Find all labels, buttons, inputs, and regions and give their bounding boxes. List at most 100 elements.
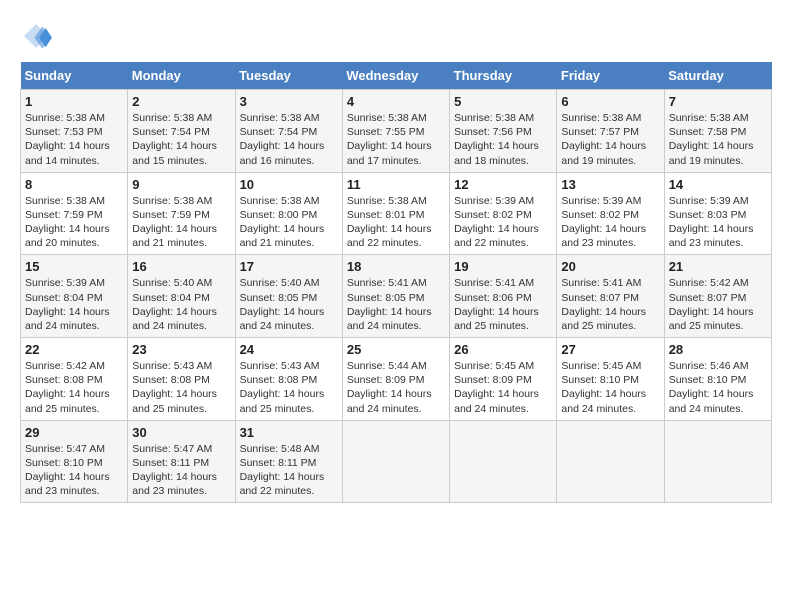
calendar-week-row: 1 Sunrise: 5:38 AMSunset: 7:53 PMDayligh… <box>21 90 772 173</box>
calendar-week-row: 22 Sunrise: 5:42 AMSunset: 8:08 PMDaylig… <box>21 338 772 421</box>
calendar-week-row: 15 Sunrise: 5:39 AMSunset: 8:04 PMDaylig… <box>21 255 772 338</box>
day-number: 30 <box>132 425 230 440</box>
day-info: Sunrise: 5:41 AMSunset: 8:07 PMDaylight:… <box>561 277 646 332</box>
day-number: 5 <box>454 94 552 109</box>
day-info: Sunrise: 5:38 AMSunset: 7:59 PMDaylight:… <box>132 195 217 250</box>
calendar-cell: 2 Sunrise: 5:38 AMSunset: 7:54 PMDayligh… <box>128 90 235 173</box>
calendar-cell: 31 Sunrise: 5:48 AMSunset: 8:11 PMDaylig… <box>235 420 342 503</box>
header-day-monday: Monday <box>128 62 235 90</box>
day-number: 11 <box>347 177 445 192</box>
day-info: Sunrise: 5:41 AMSunset: 8:05 PMDaylight:… <box>347 277 432 332</box>
calendar-cell: 8 Sunrise: 5:38 AMSunset: 7:59 PMDayligh… <box>21 172 128 255</box>
calendar-cell: 16 Sunrise: 5:40 AMSunset: 8:04 PMDaylig… <box>128 255 235 338</box>
day-info: Sunrise: 5:40 AMSunset: 8:05 PMDaylight:… <box>240 277 325 332</box>
calendar-cell: 3 Sunrise: 5:38 AMSunset: 7:54 PMDayligh… <box>235 90 342 173</box>
day-info: Sunrise: 5:38 AMSunset: 7:54 PMDaylight:… <box>132 112 217 167</box>
calendar-cell: 13 Sunrise: 5:39 AMSunset: 8:02 PMDaylig… <box>557 172 664 255</box>
day-info: Sunrise: 5:39 AMSunset: 8:03 PMDaylight:… <box>669 195 754 250</box>
day-number: 6 <box>561 94 659 109</box>
day-info: Sunrise: 5:42 AMSunset: 8:07 PMDaylight:… <box>669 277 754 332</box>
day-info: Sunrise: 5:43 AMSunset: 8:08 PMDaylight:… <box>240 360 325 415</box>
calendar-cell: 23 Sunrise: 5:43 AMSunset: 8:08 PMDaylig… <box>128 338 235 421</box>
day-number: 28 <box>669 342 767 357</box>
calendar-cell: 18 Sunrise: 5:41 AMSunset: 8:05 PMDaylig… <box>342 255 449 338</box>
day-number: 14 <box>669 177 767 192</box>
page-header <box>20 20 772 52</box>
day-info: Sunrise: 5:48 AMSunset: 8:11 PMDaylight:… <box>240 443 325 498</box>
day-info: Sunrise: 5:39 AMSunset: 8:02 PMDaylight:… <box>454 195 539 250</box>
calendar-cell: 7 Sunrise: 5:38 AMSunset: 7:58 PMDayligh… <box>664 90 771 173</box>
calendar-cell: 15 Sunrise: 5:39 AMSunset: 8:04 PMDaylig… <box>21 255 128 338</box>
day-info: Sunrise: 5:38 AMSunset: 7:58 PMDaylight:… <box>669 112 754 167</box>
day-info: Sunrise: 5:45 AMSunset: 8:10 PMDaylight:… <box>561 360 646 415</box>
calendar-cell: 30 Sunrise: 5:47 AMSunset: 8:11 PMDaylig… <box>128 420 235 503</box>
calendar-cell: 20 Sunrise: 5:41 AMSunset: 8:07 PMDaylig… <box>557 255 664 338</box>
day-number: 29 <box>25 425 123 440</box>
day-number: 10 <box>240 177 338 192</box>
calendar-cell: 17 Sunrise: 5:40 AMSunset: 8:05 PMDaylig… <box>235 255 342 338</box>
calendar-cell: 10 Sunrise: 5:38 AMSunset: 8:00 PMDaylig… <box>235 172 342 255</box>
calendar-cell: 29 Sunrise: 5:47 AMSunset: 8:10 PMDaylig… <box>21 420 128 503</box>
calendar-cell: 11 Sunrise: 5:38 AMSunset: 8:01 PMDaylig… <box>342 172 449 255</box>
calendar-cell <box>664 420 771 503</box>
day-number: 9 <box>132 177 230 192</box>
day-number: 7 <box>669 94 767 109</box>
day-number: 17 <box>240 259 338 274</box>
calendar-cell: 21 Sunrise: 5:42 AMSunset: 8:07 PMDaylig… <box>664 255 771 338</box>
logo-icon <box>20 20 52 52</box>
day-info: Sunrise: 5:43 AMSunset: 8:08 PMDaylight:… <box>132 360 217 415</box>
day-number: 16 <box>132 259 230 274</box>
calendar-week-row: 8 Sunrise: 5:38 AMSunset: 7:59 PMDayligh… <box>21 172 772 255</box>
header-day-saturday: Saturday <box>664 62 771 90</box>
calendar-header-row: SundayMondayTuesdayWednesdayThursdayFrid… <box>21 62 772 90</box>
day-number: 31 <box>240 425 338 440</box>
calendar-cell <box>557 420 664 503</box>
day-number: 8 <box>25 177 123 192</box>
day-number: 19 <box>454 259 552 274</box>
day-number: 2 <box>132 94 230 109</box>
calendar-cell: 12 Sunrise: 5:39 AMSunset: 8:02 PMDaylig… <box>450 172 557 255</box>
day-info: Sunrise: 5:38 AMSunset: 8:00 PMDaylight:… <box>240 195 325 250</box>
day-number: 12 <box>454 177 552 192</box>
calendar-cell: 22 Sunrise: 5:42 AMSunset: 8:08 PMDaylig… <box>21 338 128 421</box>
day-number: 20 <box>561 259 659 274</box>
day-info: Sunrise: 5:39 AMSunset: 8:02 PMDaylight:… <box>561 195 646 250</box>
day-number: 4 <box>347 94 445 109</box>
day-number: 1 <box>25 94 123 109</box>
calendar-cell: 5 Sunrise: 5:38 AMSunset: 7:56 PMDayligh… <box>450 90 557 173</box>
day-info: Sunrise: 5:38 AMSunset: 7:59 PMDaylight:… <box>25 195 110 250</box>
calendar-cell: 28 Sunrise: 5:46 AMSunset: 8:10 PMDaylig… <box>664 338 771 421</box>
day-info: Sunrise: 5:38 AMSunset: 7:53 PMDaylight:… <box>25 112 110 167</box>
header-day-thursday: Thursday <box>450 62 557 90</box>
logo <box>20 20 54 52</box>
day-info: Sunrise: 5:41 AMSunset: 8:06 PMDaylight:… <box>454 277 539 332</box>
day-number: 18 <box>347 259 445 274</box>
calendar-week-row: 29 Sunrise: 5:47 AMSunset: 8:10 PMDaylig… <box>21 420 772 503</box>
day-number: 25 <box>347 342 445 357</box>
calendar-cell: 4 Sunrise: 5:38 AMSunset: 7:55 PMDayligh… <box>342 90 449 173</box>
day-number: 13 <box>561 177 659 192</box>
day-info: Sunrise: 5:44 AMSunset: 8:09 PMDaylight:… <box>347 360 432 415</box>
day-number: 27 <box>561 342 659 357</box>
header-day-sunday: Sunday <box>21 62 128 90</box>
day-info: Sunrise: 5:42 AMSunset: 8:08 PMDaylight:… <box>25 360 110 415</box>
day-info: Sunrise: 5:47 AMSunset: 8:10 PMDaylight:… <box>25 443 110 498</box>
calendar-cell: 27 Sunrise: 5:45 AMSunset: 8:10 PMDaylig… <box>557 338 664 421</box>
day-info: Sunrise: 5:38 AMSunset: 8:01 PMDaylight:… <box>347 195 432 250</box>
calendar-cell: 24 Sunrise: 5:43 AMSunset: 8:08 PMDaylig… <box>235 338 342 421</box>
calendar-cell: 19 Sunrise: 5:41 AMSunset: 8:06 PMDaylig… <box>450 255 557 338</box>
day-number: 3 <box>240 94 338 109</box>
header-day-friday: Friday <box>557 62 664 90</box>
day-info: Sunrise: 5:46 AMSunset: 8:10 PMDaylight:… <box>669 360 754 415</box>
day-number: 22 <box>25 342 123 357</box>
day-info: Sunrise: 5:38 AMSunset: 7:57 PMDaylight:… <box>561 112 646 167</box>
header-day-tuesday: Tuesday <box>235 62 342 90</box>
header-day-wednesday: Wednesday <box>342 62 449 90</box>
day-info: Sunrise: 5:38 AMSunset: 7:55 PMDaylight:… <box>347 112 432 167</box>
calendar-table: SundayMondayTuesdayWednesdayThursdayFrid… <box>20 62 772 503</box>
day-number: 15 <box>25 259 123 274</box>
day-info: Sunrise: 5:47 AMSunset: 8:11 PMDaylight:… <box>132 443 217 498</box>
calendar-cell <box>342 420 449 503</box>
day-number: 26 <box>454 342 552 357</box>
day-info: Sunrise: 5:38 AMSunset: 7:56 PMDaylight:… <box>454 112 539 167</box>
